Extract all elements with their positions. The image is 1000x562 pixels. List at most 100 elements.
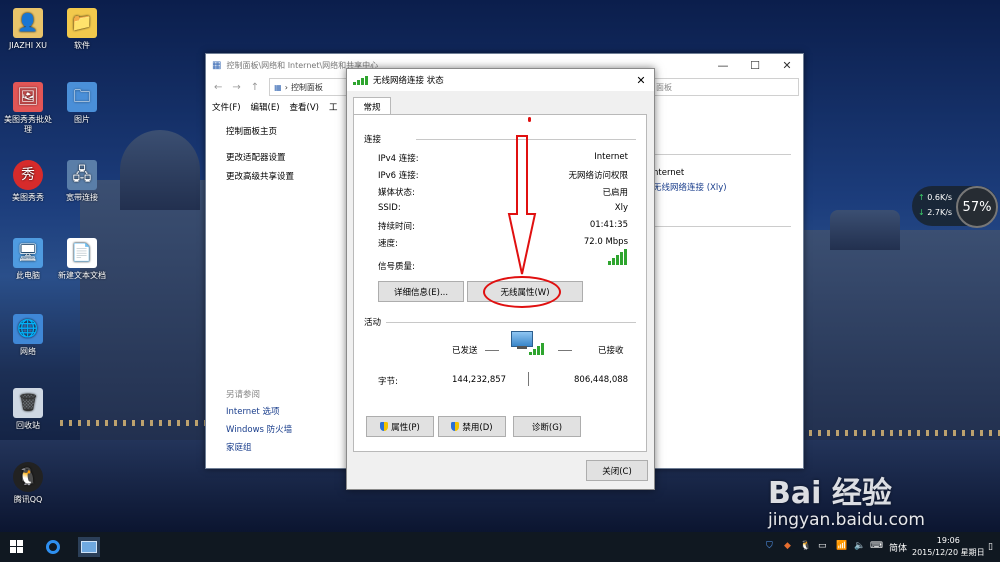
desktop-icon-label: 软件 xyxy=(74,41,90,50)
speed-value: 72.0 Mbps xyxy=(583,237,628,247)
properties-button-label: 属性(P) xyxy=(391,422,420,433)
taskbar-search-icon[interactable] xyxy=(42,537,64,557)
menu-tools[interactable]: 工 xyxy=(329,101,338,113)
network-icon: 🌐 xyxy=(13,314,43,344)
sent-line xyxy=(485,350,499,351)
desktop-icon-label: 此电脑 xyxy=(16,271,40,280)
qq-icon: 🐧 xyxy=(13,462,43,492)
details-button[interactable]: 详细信息(E)... xyxy=(378,281,464,302)
menu-edit[interactable]: 编辑(E) xyxy=(251,101,280,113)
signal-icon xyxy=(353,75,368,85)
network-speed-widget[interactable]: ↑ 0.6K/s ↓ 2.7K/s 57% xyxy=(912,186,998,228)
ipv4-value: Internet xyxy=(594,152,628,162)
desktop-icon-qq[interactable]: 🐧 腾讯QQ xyxy=(3,462,53,505)
duration-value: 01:41:35 xyxy=(589,220,628,230)
sent-label: 已发送 xyxy=(452,346,478,356)
explorer-left-pane: 控制面板主页 更改适配器设置 更改高级共享设置 xyxy=(226,126,294,183)
received-line xyxy=(558,350,572,351)
up-icon[interactable]: ↑ xyxy=(251,82,259,93)
dialog-title: 无线网络连接 状态 xyxy=(373,76,444,86)
tab-general[interactable]: 常规 xyxy=(353,97,391,115)
volume-icon[interactable]: 🔈 xyxy=(854,541,865,551)
annotation-ellipse xyxy=(483,276,561,308)
keyboard-icon[interactable]: ⌨ xyxy=(870,541,883,551)
download-speed: ↓ 2.7K/s xyxy=(918,208,952,217)
desktop-icon-network[interactable]: 🌐 网络 xyxy=(3,314,53,357)
diagnose-button[interactable]: 诊断(G) xyxy=(513,416,581,437)
watermark-url: jingyan.baidu.com xyxy=(768,510,925,530)
close-button[interactable]: ✕ xyxy=(771,59,803,72)
back-icon[interactable]: ← xyxy=(214,82,222,93)
security-shield-icon[interactable]: ⛉ xyxy=(766,541,773,551)
menu-view[interactable]: 查看(V) xyxy=(290,101,319,113)
desktop-icon-broadband[interactable]: 🖧 宽带连接 xyxy=(57,160,107,203)
desktop-icon-label: 宽带连接 xyxy=(66,193,98,202)
meitu-icon: 秀 xyxy=(13,160,43,190)
desktop-icon-recycle-bin[interactable]: 🗑 回收站 xyxy=(3,388,53,431)
forward-icon[interactable]: → xyxy=(232,82,240,93)
watermark-logo: Bai 经验 xyxy=(768,476,892,511)
homegroup-link[interactable]: 家庭组 xyxy=(226,439,292,457)
signal-quality-icon xyxy=(608,249,627,265)
windows-start-icon[interactable] xyxy=(10,540,23,553)
windows-firewall-link[interactable]: Windows 防火墙 xyxy=(226,421,292,439)
ipv4-label: IPv4 连接: xyxy=(378,154,419,164)
user-folder-icon: 👤 xyxy=(13,8,43,38)
change-advanced-sharing-link[interactable]: 更改高级共享设置 xyxy=(226,171,294,183)
annotation-arrow xyxy=(507,135,537,275)
taskbar-network-window-icon[interactable] xyxy=(78,537,100,557)
bytes-divider xyxy=(528,372,529,386)
dialog-close-icon[interactable]: ✕ xyxy=(628,74,654,87)
speed-label: 速度: xyxy=(378,239,398,249)
desktop-icon-new-text-document[interactable]: 📄 新建文本文档 xyxy=(57,238,107,281)
control-panel-home-link[interactable]: 控制面板主页 xyxy=(226,126,294,138)
connection-heading: 连接 xyxy=(364,135,382,145)
qq-tray-icon[interactable]: 🐧 xyxy=(800,541,811,551)
desktop-icon-pictures[interactable]: 🗀 图片 xyxy=(57,82,107,125)
wifi-icon[interactable]: 📶 xyxy=(836,541,847,551)
internet-options-link[interactable]: Internet 选项 xyxy=(226,403,292,421)
ime-indicator[interactable]: 简体 xyxy=(889,541,907,554)
clock-date: 2015/12/20 星期日 xyxy=(912,548,985,557)
wireless-connection-link[interactable]: 无线网络连接 (Xly) xyxy=(653,181,727,196)
control-panel-icon: ▦ xyxy=(274,82,282,92)
search-input[interactable]: 面板 xyxy=(651,78,799,96)
see-also-heading: 另请参阅 xyxy=(226,390,261,400)
desktop-icon-jiazhi-xu[interactable]: 👤 JIAZHI XU xyxy=(3,8,53,51)
close-dialog-button[interactable]: 关闭(C) xyxy=(586,460,648,481)
access-type-value: nternet xyxy=(653,168,685,178)
address-text: 控制面板 xyxy=(290,82,323,92)
uac-shield-icon xyxy=(451,422,460,431)
chevron-right-icon: › xyxy=(284,82,288,92)
properties-button[interactable]: 属性(P) xyxy=(366,416,434,437)
tray-app-icon[interactable]: ◆ xyxy=(784,541,791,551)
desktop-icon-label: JIAZHI XU xyxy=(9,41,47,50)
minimize-button[interactable]: — xyxy=(707,59,739,72)
baidu-jingyan-watermark: Bai 经验 jingyan.baidu.com xyxy=(768,468,925,530)
battery-icon[interactable]: ▭ xyxy=(818,541,827,551)
dialog-titlebar[interactable]: 无线网络连接 状态 ✕ xyxy=(347,69,654,91)
desktop-icon-software[interactable]: 📁 软件 xyxy=(57,8,107,51)
uac-shield-icon xyxy=(380,422,389,431)
desktop-icon-meitu[interactable]: 秀 美图秀秀 xyxy=(3,160,53,203)
desktop-icon-meitu-batch[interactable]: 🖼 美图秀秀批处理 xyxy=(3,82,53,135)
clock-time: 19:06 xyxy=(936,536,960,545)
taskbar-clock[interactable]: 19:06 2015/12/20 星期日 xyxy=(912,535,985,559)
meitu-batch-icon: 🖼 xyxy=(13,82,43,112)
menu-file[interactable]: 文件(F) xyxy=(212,101,241,113)
notification-icon[interactable]: ▯ xyxy=(988,542,993,552)
desktop-icon-label: 美图秀秀 xyxy=(12,193,44,202)
desktop-icon-label: 新建文本文档 xyxy=(58,271,106,280)
computer-icon: 🖥 xyxy=(13,238,43,268)
disable-button[interactable]: 禁用(D) xyxy=(438,416,506,437)
change-adapter-settings-link[interactable]: 更改适配器设置 xyxy=(226,152,294,164)
broadband-icon: 🖧 xyxy=(67,160,97,190)
media-state-label: 媒体状态: xyxy=(378,188,415,198)
desktop-icon-this-pc[interactable]: 🖥 此电脑 xyxy=(3,238,53,281)
bytes-received-value: 806,448,088 xyxy=(574,375,629,385)
divider xyxy=(386,322,636,323)
desktop-icon-label: 美图秀秀批处理 xyxy=(4,115,52,134)
search-placeholder: 面板 xyxy=(656,82,672,92)
wallpaper-tower xyxy=(830,210,900,250)
maximize-button[interactable]: ☐ xyxy=(739,59,771,72)
